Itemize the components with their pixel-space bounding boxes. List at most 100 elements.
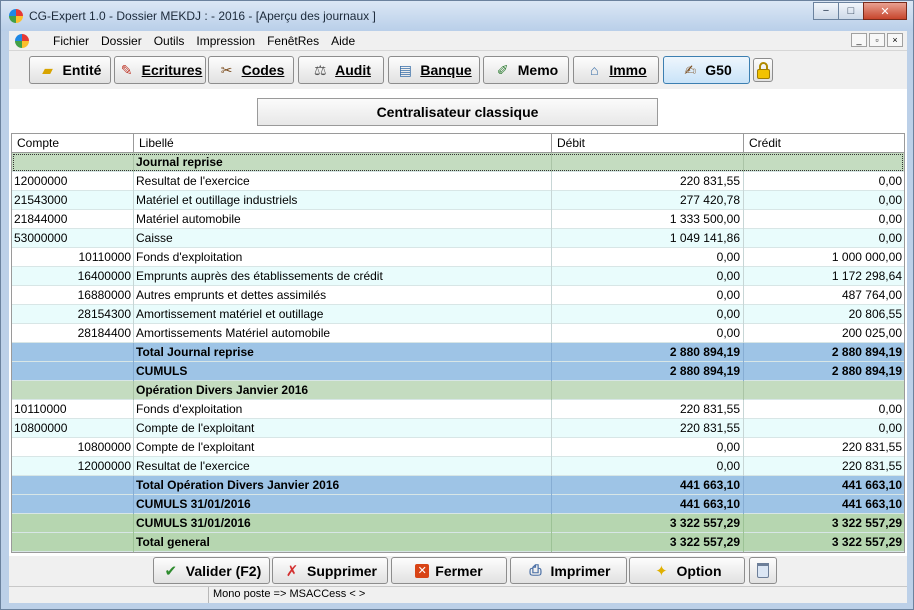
journal-grid[interactable]: Compte Libellé Débit Crédit Journal repr… (11, 133, 905, 553)
document-logo-icon[interactable] (15, 34, 29, 48)
mdi-minimize-button[interactable]: _ (851, 33, 867, 47)
maximize-button[interactable]: □ (838, 2, 864, 20)
window-controls: − □ ✕ (813, 2, 907, 20)
entite-button[interactable]: ▰ Entité (29, 56, 111, 84)
cell-libelle: Fonds d'exploitation (134, 400, 552, 419)
ecritures-button[interactable]: ✎ Ecritures (114, 56, 206, 84)
cell-compte: 10800000 (12, 438, 134, 457)
table-row[interactable]: 12000000 Resultat de l'exercice 0,00 220 83… (12, 457, 904, 476)
cell-compte (12, 495, 134, 514)
audit-button[interactable]: ⚖ Audit (298, 56, 384, 84)
edit-icon: ✍ (684, 62, 697, 78)
folder-icon: ▰ (42, 62, 53, 78)
cell-libelle: CUMULS (134, 362, 552, 381)
column-header-credit[interactable]: Crédit (744, 134, 904, 153)
cell-debit: 1 333 500,00 (552, 210, 744, 229)
cell-credit: 220 831,55 (841, 459, 902, 473)
table-row[interactable]: 16400000 Emprunts auprès des établissemen… (12, 267, 904, 286)
recycle-bin-button[interactable] (749, 557, 777, 584)
cell-compte: 21543000 (12, 191, 134, 210)
cell-compte: 28184400 (12, 324, 134, 343)
table-row[interactable]: 12000000 Resultat de l'exercice 220 831,55… (12, 172, 904, 191)
cell-libelle: Amortissement matériel et outillage (134, 305, 552, 324)
cell-libelle: Total Opération Divers Janvier 2016 (134, 476, 552, 495)
table-row[interactable]: 21844000 Matériel automobile 1 333 500,00 0… (12, 210, 904, 229)
cell-credit: 0,00 (878, 193, 902, 207)
table-row[interactable]: 28184400 Amortissements Matériel automobi… (12, 324, 904, 343)
table-row[interactable]: 28154300 Amortissement matériel et outill… (12, 305, 904, 324)
journal-section-row[interactable]: Opération Divers Janvier 2016 (12, 381, 904, 400)
cell-debit: 0,00 (552, 438, 744, 457)
cell-debit: 441 663,10 (552, 495, 744, 514)
cell-debit: 220 831,55 (552, 400, 744, 419)
cell-credit: 200 025,00 (841, 326, 902, 340)
centralisateur-button[interactable]: Centralisateur classique (257, 98, 658, 126)
cell-credit: 0,00 (878, 174, 902, 188)
column-header-debit[interactable]: Débit (552, 134, 744, 153)
status-segment (9, 587, 209, 603)
table-row[interactable]: 10110000 Fonds d'exploitation 0,00 1 000 00… (12, 248, 904, 267)
cell-credit: 2 880 894,19 (831, 364, 902, 378)
total-row[interactable]: Total Journal reprise 2 880 894,19 2 880 8… (12, 343, 904, 362)
supprimer-button[interactable]: ✗ Supprimer (272, 557, 388, 584)
journal-section-row[interactable]: Journal reprise (12, 153, 904, 172)
cell-compte: 10110000 (12, 400, 134, 419)
mdi-controls: _ ▫ × (849, 33, 903, 47)
cell-compte: 10110000 (12, 248, 134, 267)
cell-compte (12, 343, 134, 362)
title-bar[interactable]: CG-Expert 1.0 - Dossier MEKDJ : - 2016 -… (1, 1, 913, 31)
total-row[interactable]: CUMULS 2 880 894,19 2 880 894,19 (12, 362, 904, 381)
cell-compte: 12000000 (12, 172, 134, 191)
fermer-button[interactable]: ✕ Fermer (391, 557, 507, 584)
menu-fichier[interactable]: Fichier (53, 34, 89, 48)
close-button[interactable]: ✕ (863, 2, 907, 20)
table-row[interactable]: 10800000 Compte de l'exploitant 0,00 220 83… (12, 438, 904, 457)
codes-button[interactable]: ✂ Codes (208, 56, 294, 84)
cell-credit: 441 663,10 (841, 478, 902, 492)
delete-x-icon: ✗ (285, 562, 299, 580)
mdi-restore-button[interactable]: ▫ (869, 33, 885, 47)
column-header-libelle[interactable]: Libellé (134, 134, 552, 153)
cell-libelle: CUMULS 31/01/2016 (134, 514, 552, 533)
table-row[interactable]: 53000000 Caisse 1 049 141,86 0,00 (12, 229, 904, 248)
table-row[interactable]: 10110000 Fonds d'exploitation 220 831,55 0,… (12, 400, 904, 419)
menu-fenetres[interactable]: FenêtRes (267, 34, 319, 48)
cell-credit: 2 880 894,19 (831, 345, 902, 359)
cell-credit: 220 831,55 (841, 440, 902, 454)
grand-total-row[interactable]: Total general 3 322 557,29 3 322 557,29 (12, 533, 904, 552)
cell-debit: 220 831,55 (552, 172, 744, 191)
banque-button[interactable]: ▤ Banque (388, 56, 480, 84)
cell-compte (12, 362, 134, 381)
cell-compte (12, 533, 134, 552)
immo-label: Immo (609, 62, 647, 78)
menu-impression[interactable]: Impression (196, 34, 255, 48)
cell-credit: 441 663,10 (841, 497, 902, 511)
table-row[interactable]: 21543000 Matériel et outillage industriel… (12, 191, 904, 210)
supprimer-label: Supprimer (306, 562, 377, 579)
mdi-close-button[interactable]: × (887, 33, 903, 47)
imprimer-button[interactable]: ⎙ Imprimer (510, 557, 627, 584)
codes-label: Codes (241, 62, 285, 78)
cell-compte: 28154300 (12, 305, 134, 324)
menu-outils[interactable]: Outils (154, 34, 185, 48)
menu-dossier[interactable]: Dossier (101, 34, 142, 48)
cell-debit: 0,00 (552, 267, 744, 286)
option-button[interactable]: ✦ Option (629, 557, 745, 584)
grid-rows: Journal reprise 12000000 Resultat de l'exe… (12, 153, 904, 552)
cell-compte: 10800000 (12, 419, 134, 438)
table-row[interactable]: 10800000 Compte de l'exploitant 220 831,55… (12, 419, 904, 438)
memo-button[interactable]: ✐ Memo (483, 56, 569, 84)
valider-button[interactable]: ✔ Valider (F2) (153, 557, 270, 584)
minimize-button[interactable]: − (813, 2, 839, 20)
immo-button[interactable]: ⌂ Immo (573, 56, 659, 84)
journal-preview-panel: Centralisateur classique Compte Libellé … (9, 89, 907, 556)
g50-button[interactable]: ✍ G50 (663, 56, 750, 84)
total-row[interactable]: Total Opération Divers Janvier 2016 441 6… (12, 476, 904, 495)
table-row[interactable]: 16880000 Autres emprunts et dettes assimi… (12, 286, 904, 305)
menu-aide[interactable]: Aide (331, 34, 355, 48)
total-row[interactable]: CUMULS 31/01/2016 441 663,10 441 663,10 (12, 495, 904, 514)
column-header-compte[interactable]: Compte (12, 134, 134, 153)
lock-button[interactable] (753, 58, 773, 82)
trash-icon (757, 563, 769, 578)
grand-total-row[interactable]: CUMULS 31/01/2016 3 322 557,29 3 322 557,2… (12, 514, 904, 533)
